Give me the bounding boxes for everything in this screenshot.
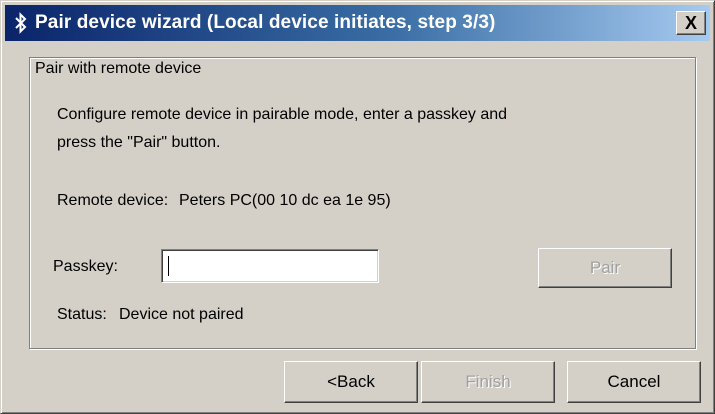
text-caret	[168, 256, 169, 276]
remote-device-label: Remote device:	[57, 192, 169, 209]
window-title: Pair device wizard (Local device initiat…	[35, 12, 496, 33]
bluetooth-icon	[7, 5, 35, 41]
remote-device-value: Peters PC(00 10 dc ea 1e 95)	[179, 192, 391, 209]
finish-button[interactable]: Finish	[421, 361, 555, 403]
group-title: Pair with remote device	[34, 60, 205, 78]
pair-button[interactable]: Pair	[538, 248, 672, 288]
close-button[interactable]: X	[676, 11, 706, 35]
status-label: Status:	[57, 306, 107, 323]
instructions-line-1: Configure remote device in pairable mode…	[57, 106, 508, 123]
pair-device-dialog: Pair device wizard (Local device initiat…	[0, 0, 715, 414]
passkey-label: Passkey:	[53, 258, 118, 275]
cancel-button[interactable]: Cancel	[567, 361, 701, 403]
passkey-input[interactable]	[161, 249, 379, 283]
title-bar[interactable]: Pair device wizard (Local device initiat…	[5, 5, 710, 41]
instructions-line-2: press the "Pair" button.	[57, 134, 221, 151]
status-value: Device not paired	[119, 306, 244, 323]
back-button[interactable]: <Back	[284, 361, 418, 403]
close-icon: X	[684, 13, 697, 33]
